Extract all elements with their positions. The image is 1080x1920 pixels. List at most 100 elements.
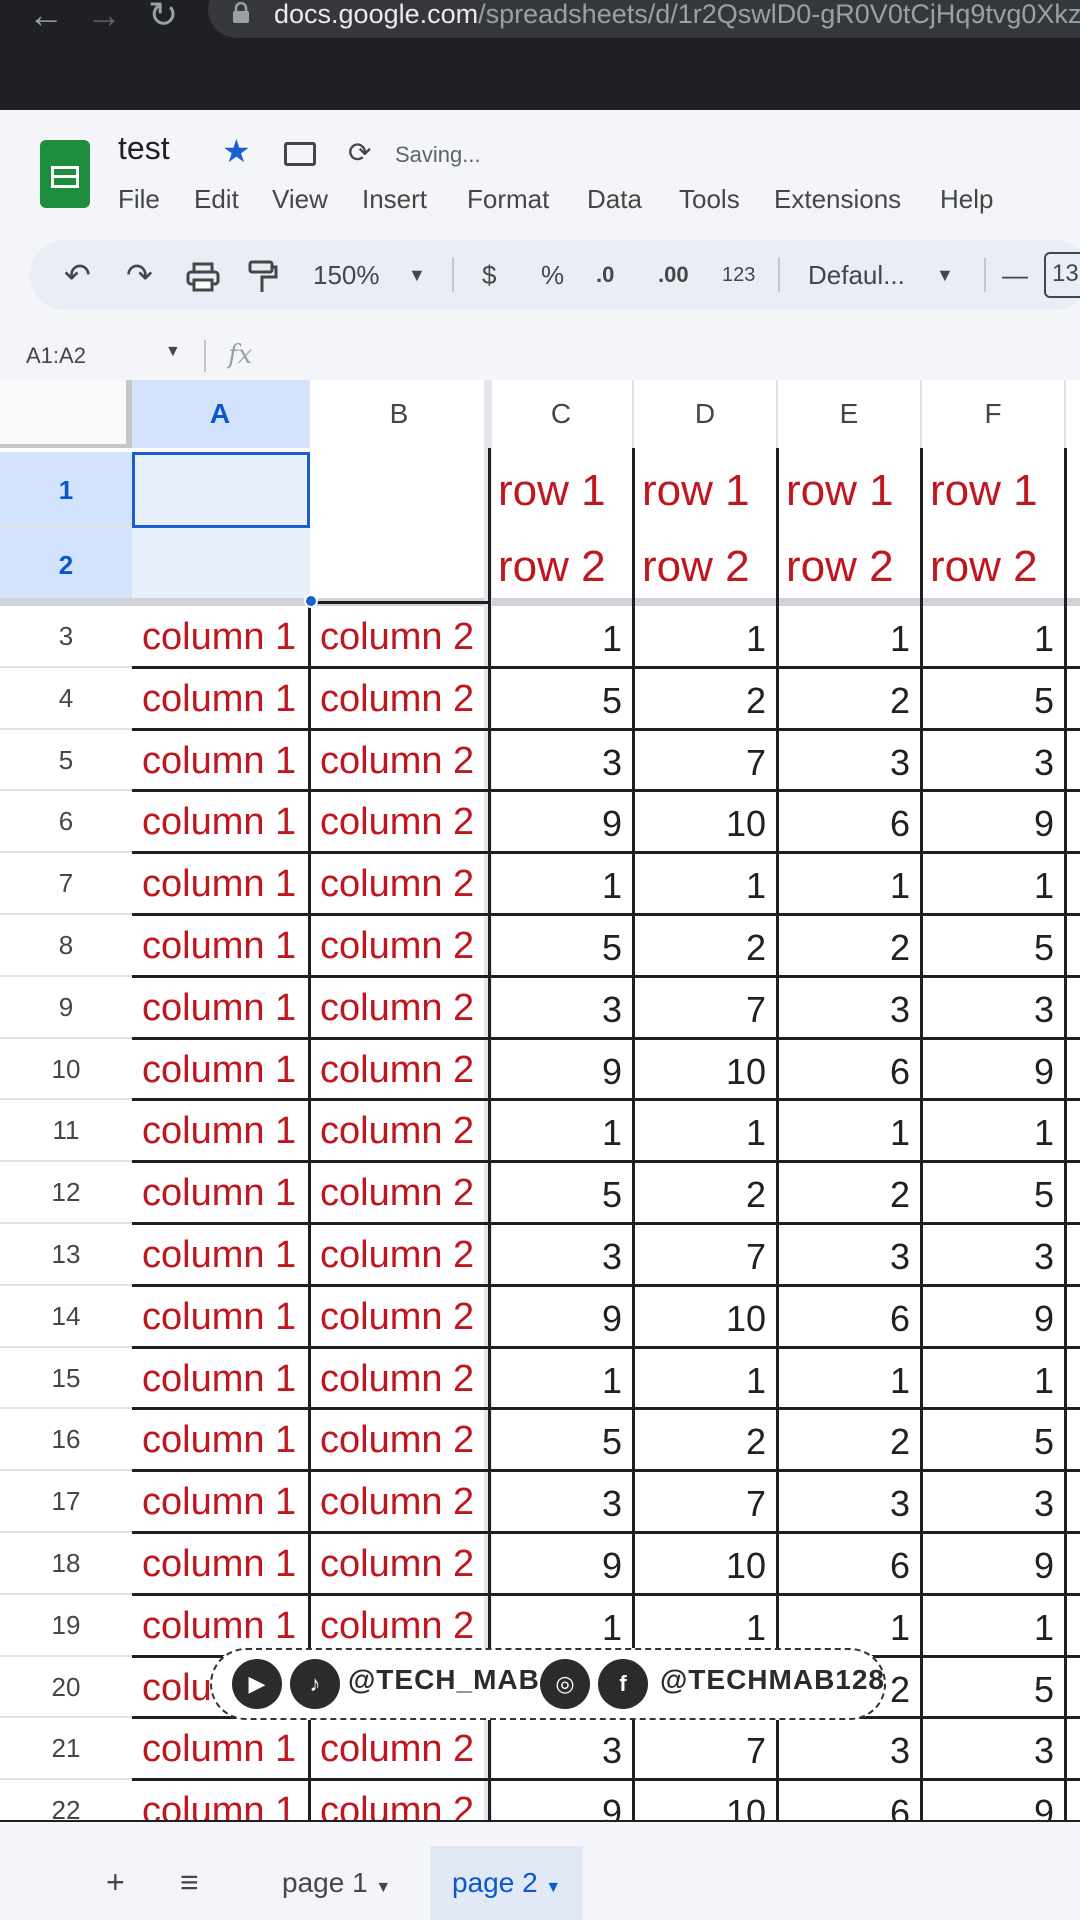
table-cell-number[interactable]: 1: [778, 1607, 910, 1649]
column-header-f[interactable]: F: [922, 380, 1066, 448]
row-header-22[interactable]: 22: [0, 1780, 132, 1820]
row-header-21[interactable]: 21: [0, 1718, 132, 1781]
table-cell-number[interactable]: 5: [922, 1421, 1054, 1463]
table-cell-text[interactable]: column 2: [320, 863, 474, 906]
table-cell-number[interactable]: 2: [634, 680, 766, 722]
table-cell-text[interactable]: column 1: [142, 1543, 296, 1586]
sheets-logo-icon[interactable]: [40, 140, 90, 208]
table-cell-number[interactable]: 5: [922, 680, 1054, 722]
decrease-font-size-button[interactable]: —: [1002, 258, 1028, 292]
menu-edit[interactable]: Edit: [194, 184, 239, 215]
table-cell-number[interactable]: 1: [634, 1360, 766, 1402]
table-cell-text[interactable]: column 1: [142, 1049, 296, 1092]
table-cell-number[interactable]: 3: [922, 989, 1054, 1031]
table-cell-number[interactable]: 1: [778, 865, 910, 907]
tab-dropdown-icon[interactable]: ▼: [375, 1879, 391, 1896]
table-cell-number[interactable]: 6: [778, 1298, 910, 1340]
table-cell-text[interactable]: column 2: [320, 1605, 474, 1648]
table-cell-number[interactable]: 9: [922, 1545, 1054, 1587]
menu-help[interactable]: Help: [940, 184, 993, 215]
table-cell-number[interactable]: 2: [778, 680, 910, 722]
table-cell-number[interactable]: 3: [778, 1236, 910, 1278]
zoom-select[interactable]: 150%: [313, 258, 380, 292]
frozen-rows-divider[interactable]: [0, 598, 1080, 606]
table-cell-text[interactable]: column 1: [142, 925, 296, 968]
reload-icon[interactable]: ↻: [148, 0, 178, 34]
table-cell-number[interactable]: 3: [490, 989, 622, 1031]
row-header-16[interactable]: 16: [0, 1409, 132, 1472]
document-title[interactable]: test: [118, 130, 170, 167]
select-all-corner[interactable]: [0, 380, 132, 448]
table-cell-number[interactable]: 3: [778, 989, 910, 1031]
menu-view[interactable]: View: [272, 184, 328, 215]
table-cell-number[interactable]: 1: [490, 865, 622, 907]
table-cell-text[interactable]: column 1: [142, 740, 296, 783]
table-cell-number[interactable]: 3: [922, 1236, 1054, 1278]
fill-handle[interactable]: [304, 594, 318, 608]
row-header-18[interactable]: 18: [0, 1533, 132, 1595]
table-cell-number[interactable]: 5: [922, 1174, 1054, 1216]
table-cell-number[interactable]: 9: [922, 1792, 1054, 1820]
table-cell-number[interactable]: 6: [778, 1545, 910, 1587]
header-cell[interactable]: row 1: [930, 466, 1038, 516]
table-cell-number[interactable]: 5: [490, 680, 622, 722]
table-cell-number[interactable]: 5: [490, 1421, 622, 1463]
table-cell-number[interactable]: 10: [634, 1545, 766, 1587]
table-cell-number[interactable]: 3: [922, 1730, 1054, 1772]
all-sheets-menu-button[interactable]: ≡: [180, 1864, 199, 1901]
row-header-20[interactable]: 20: [0, 1656, 132, 1719]
table-cell-text[interactable]: column 1: [142, 678, 296, 721]
column-header-b[interactable]: B: [310, 380, 490, 448]
table-cell-number[interactable]: 10: [634, 1792, 766, 1820]
menu-file[interactable]: File: [118, 184, 160, 215]
table-cell-text[interactable]: column 2: [320, 740, 474, 783]
table-cell-number[interactable]: 3: [778, 1483, 910, 1525]
row-header-13[interactable]: 13: [0, 1224, 132, 1286]
table-cell-number[interactable]: 1: [778, 618, 910, 660]
move-folder-icon[interactable]: [284, 142, 316, 166]
table-cell-text[interactable]: column 2: [320, 801, 474, 844]
print-icon[interactable]: [186, 262, 220, 292]
table-cell-number[interactable]: 1: [634, 865, 766, 907]
table-cell-number[interactable]: 3: [490, 742, 622, 784]
table-cell-number[interactable]: 9: [490, 1051, 622, 1093]
table-cell-number[interactable]: 6: [778, 803, 910, 845]
table-cell-number[interactable]: 3: [922, 742, 1054, 784]
table-cell-number[interactable]: 9: [490, 803, 622, 845]
table-cell-number[interactable]: 2: [634, 1174, 766, 1216]
add-sheet-button[interactable]: +: [106, 1864, 125, 1901]
table-cell-number[interactable]: 2: [778, 1174, 910, 1216]
name-box[interactable]: A1:A2: [26, 343, 86, 369]
header-cell[interactable]: row 1: [786, 466, 894, 516]
table-cell-number[interactable]: 5: [490, 1174, 622, 1216]
table-cell-text[interactable]: column 1: [142, 1110, 296, 1153]
menu-format[interactable]: Format: [467, 184, 549, 215]
font-select[interactable]: Defaul...: [808, 258, 905, 292]
table-cell-number[interactable]: 3: [490, 1236, 622, 1278]
currency-format-button[interactable]: $: [482, 258, 496, 292]
table-cell-number[interactable]: 5: [922, 1669, 1054, 1711]
menu-tools[interactable]: Tools: [679, 184, 740, 215]
table-cell-text[interactable]: column 1: [142, 1605, 296, 1648]
table-cell-number[interactable]: 2: [778, 1421, 910, 1463]
row-header-5[interactable]: 5: [0, 729, 132, 792]
row-header-19[interactable]: 19: [0, 1594, 132, 1657]
row-header-3[interactable]: 3: [0, 606, 132, 668]
table-cell-number[interactable]: 7: [634, 1236, 766, 1278]
row-header-6[interactable]: 6: [0, 791, 132, 854]
table-cell-text[interactable]: column 1: [142, 863, 296, 906]
table-cell-number[interactable]: 9: [490, 1545, 622, 1587]
table-cell-text[interactable]: column 1: [142, 1172, 296, 1215]
table-cell-number[interactable]: 10: [634, 1051, 766, 1093]
row-header-9[interactable]: 9: [0, 976, 132, 1039]
table-cell-number[interactable]: 5: [490, 927, 622, 969]
table-cell-text[interactable]: column 1: [142, 801, 296, 844]
table-cell-text[interactable]: column 2: [320, 1296, 474, 1339]
table-cell-number[interactable]: 1: [922, 865, 1054, 907]
table-cell-number[interactable]: 1: [922, 618, 1054, 660]
table-cell-number[interactable]: 6: [778, 1051, 910, 1093]
table-cell-text[interactable]: column 2: [320, 1172, 474, 1215]
row-header-10[interactable]: 10: [0, 1038, 132, 1101]
header-cell[interactable]: row 1: [642, 466, 750, 516]
table-cell-number[interactable]: 1: [922, 1112, 1054, 1154]
